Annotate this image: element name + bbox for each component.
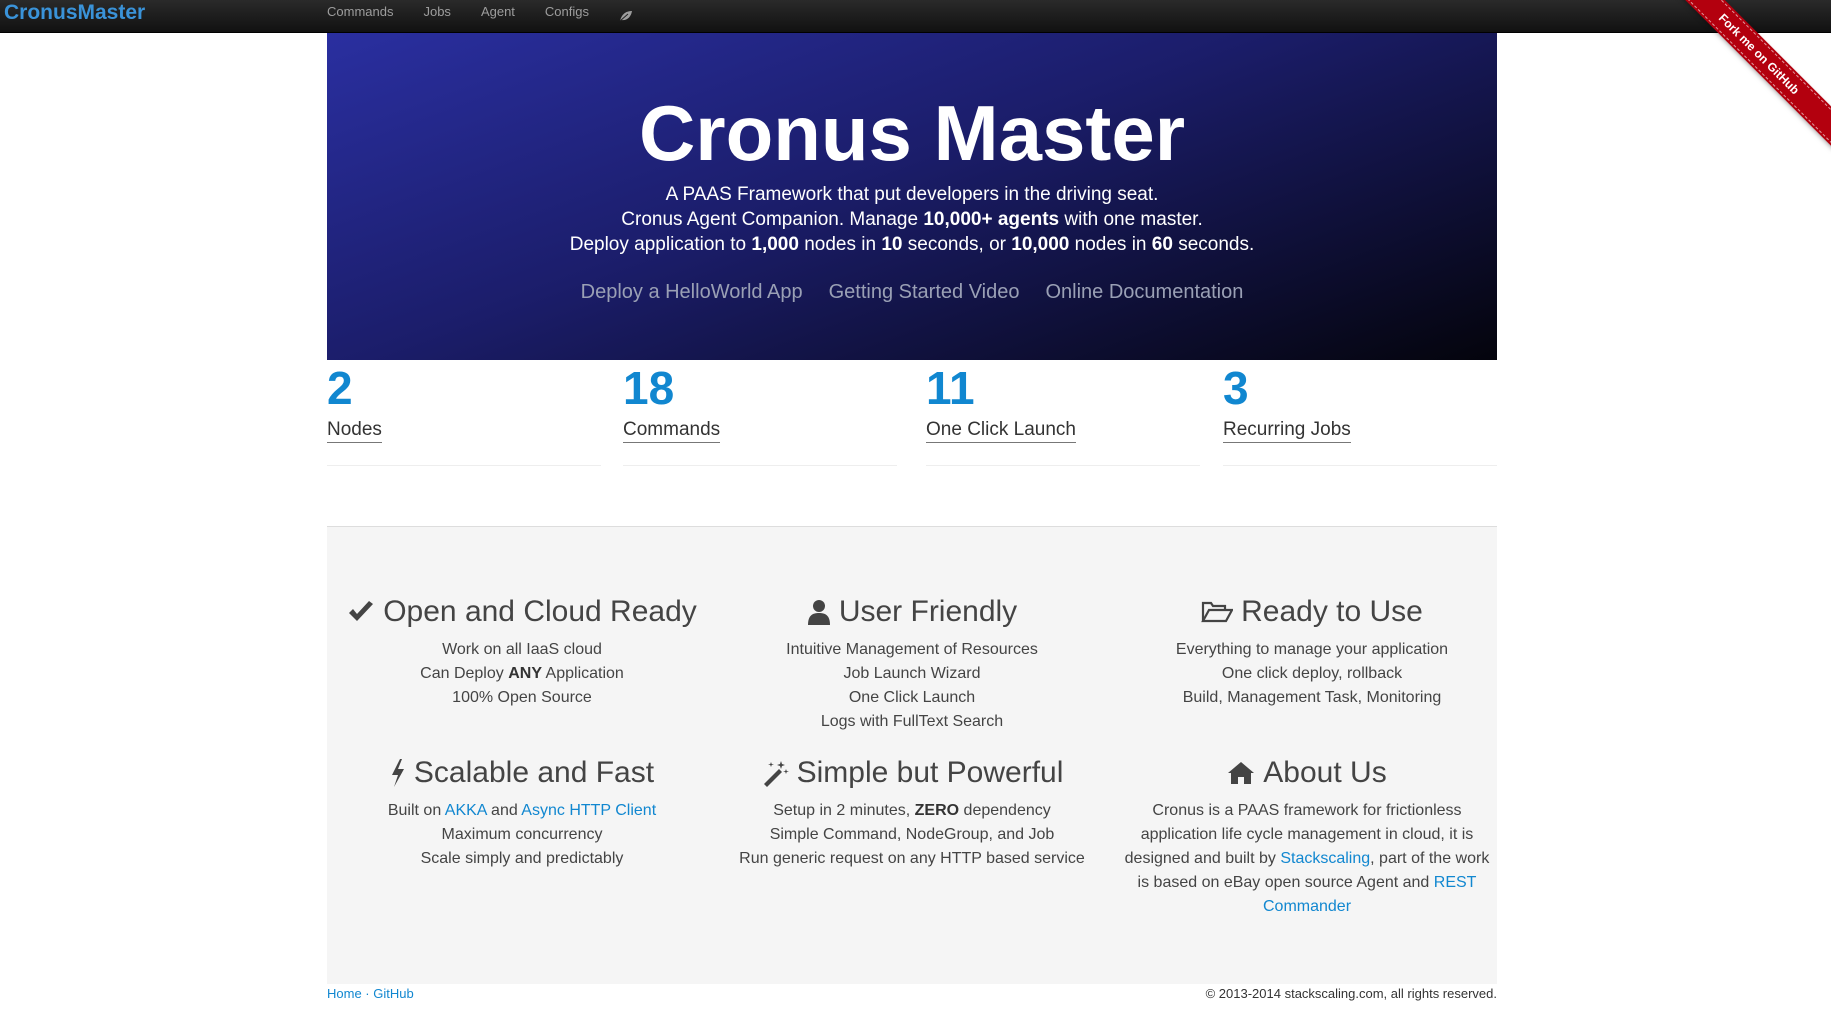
online-documentation-link[interactable]: Online Documentation	[1045, 281, 1243, 304]
hero-title: Cronus Master	[638, 89, 1186, 177]
hero-links: Deploy a HelloWorld App Getting Started …	[327, 281, 1497, 304]
stat-one-click-launch: 11 One Click Launch	[926, 360, 1200, 466]
hero-line-2: Cronus Agent Companion. Manage 10,000+ a…	[621, 209, 1203, 230]
feature-simple-powerful: Simple but Powerful Setup in 2 minutes, …	[717, 753, 1107, 871]
stat-value: 3	[1223, 362, 1249, 414]
feature-scalable-fast: Scalable and Fast Built on AKKA and Asyn…	[327, 753, 717, 871]
feature-title: Open and Cloud Ready	[383, 595, 697, 628]
leaf-icon[interactable]	[619, 6, 635, 22]
nav-item-jobs[interactable]: Jobs	[423, 0, 450, 24]
footer-links: Home · GitHub	[327, 986, 414, 1001]
top-navbar: CronusMaster Commands Jobs Agent Configs	[0, 0, 1831, 33]
brand-logo[interactable]: CronusMaster	[4, 1, 145, 25]
stat-value: 11	[926, 362, 975, 414]
stat-nodes: 2 Nodes	[327, 360, 601, 466]
feature-title: Ready to Use	[1241, 595, 1423, 628]
nav-item-agent[interactable]: Agent	[481, 0, 515, 24]
async-http-client-link[interactable]: Async HTTP Client	[521, 802, 656, 819]
stats-row: 2 Nodes 18 Commands 11 One Click Launch …	[327, 360, 1497, 466]
deploy-helloworld-link[interactable]: Deploy a HelloWorld App	[581, 281, 803, 304]
stat-label-nodes[interactable]: Nodes	[327, 418, 382, 443]
hero-line-1: A PAAS Framework that put developers in …	[665, 184, 1159, 205]
features-section: Open and Cloud Ready Work on all IaaS cl…	[327, 526, 1497, 984]
stat-value: 2	[327, 362, 353, 414]
feature-title: About Us	[1263, 756, 1387, 789]
feature-about-us: About Us Cronus is a PAAS framework for …	[1117, 753, 1497, 919]
check-icon	[349, 601, 374, 621]
magic-wand-icon	[763, 761, 789, 787]
stat-label-one-click-launch[interactable]: One Click Launch	[926, 418, 1076, 443]
bolt-icon	[391, 759, 404, 787]
stackscaling-link[interactable]: Stackscaling	[1280, 850, 1370, 867]
stat-commands: 18 Commands	[623, 360, 897, 466]
stat-value: 18	[623, 362, 675, 414]
feature-open-cloud: Open and Cloud Ready Work on all IaaS cl…	[327, 592, 717, 710]
feature-ready-to-use: Ready to Use Everything to manage your a…	[1117, 592, 1507, 710]
fork-on-github-ribbon[interactable]: Fork me on GitHub	[1671, 0, 1831, 148]
feature-user-friendly: User Friendly Intuitive Management of Re…	[717, 592, 1107, 734]
getting-started-video-link[interactable]: Getting Started Video	[829, 281, 1020, 304]
footer-copyright: © 2013-2014 stackscaling.com, all rights…	[1205, 986, 1497, 1001]
footer-home-link[interactable]: Home	[327, 986, 362, 1001]
nav-item-commands[interactable]: Commands	[327, 0, 393, 24]
feature-title: User Friendly	[838, 595, 1018, 628]
stat-recurring-jobs: 3 Recurring Jobs	[1223, 360, 1497, 466]
footer-github-link[interactable]: GitHub	[373, 986, 413, 1001]
folder-open-icon	[1201, 601, 1234, 623]
hero-tagline: A PAAS Framework that put developers in …	[327, 182, 1497, 257]
hero-line-3: Deploy application to 1,000 nodes in 10 …	[569, 234, 1255, 255]
github-ribbon-container: Fork me on GitHub	[1671, 0, 1831, 160]
stat-label-recurring-jobs[interactable]: Recurring Jobs	[1223, 418, 1351, 443]
akka-link[interactable]: AKKA	[445, 802, 487, 819]
stat-label-commands[interactable]: Commands	[623, 418, 721, 443]
nav-item-configs[interactable]: Configs	[545, 0, 589, 24]
main-nav: Commands Jobs Agent Configs	[327, 0, 665, 24]
feature-title: Simple but Powerful	[796, 756, 1064, 789]
home-icon	[1228, 762, 1255, 784]
user-icon	[807, 600, 830, 625]
hero-banner: Cronus Master A PAAS Framework that put …	[327, 33, 1497, 360]
feature-title: Scalable and Fast	[413, 756, 655, 789]
